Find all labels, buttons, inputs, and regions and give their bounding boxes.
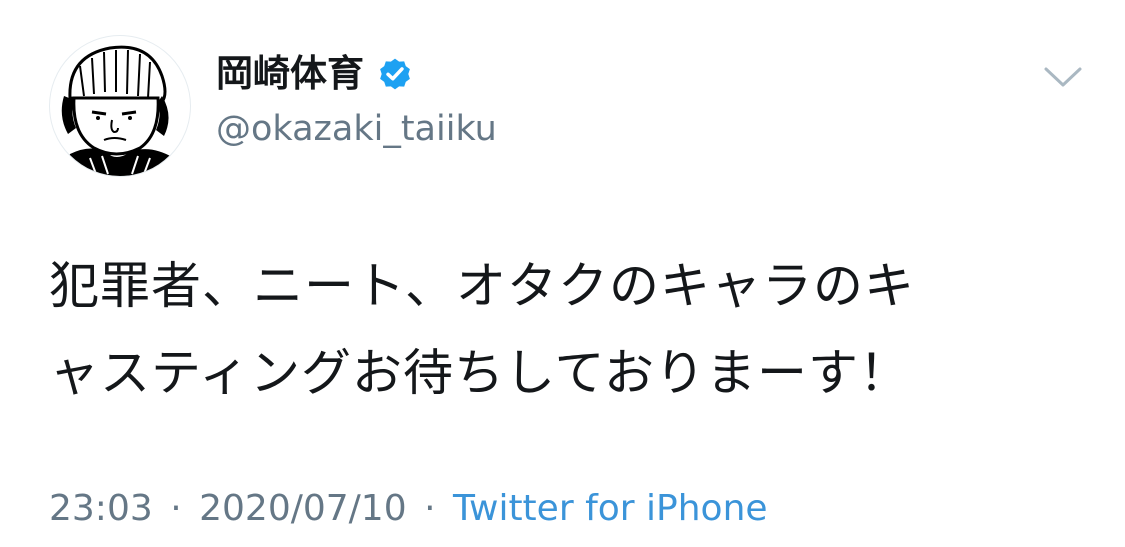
verified-badge-icon	[376, 55, 414, 93]
tweet-source-link[interactable]: Twitter for iPhone	[453, 488, 768, 529]
avatar[interactable]	[49, 35, 191, 177]
tweet-text: 犯罪者、ニート、オタクのキャラのキ ャスティングお待ちしておりまーす！	[49, 243, 1089, 417]
tweet-date[interactable]: 2020/07/10	[199, 488, 407, 529]
tweet-text-line: ャスティングお待ちしておりまーす！	[49, 344, 910, 402]
tweet-meta: 23:03 · 2020/07/10 · Twitter for iPhone	[49, 485, 768, 533]
chevron-down-icon[interactable]	[1041, 62, 1085, 92]
author-display-name[interactable]: 岡崎体育	[216, 50, 364, 98]
tweet-time[interactable]: 23:03	[49, 488, 153, 529]
author-display-name-row[interactable]: 岡崎体育	[216, 50, 414, 98]
avatar-illustration	[60, 45, 180, 176]
author-handle[interactable]: @okazaki_taiiku	[216, 105, 497, 153]
meta-separator: ·	[424, 488, 436, 529]
tweet-text-line: 犯罪者、ニート、オタクのキャラのキ	[49, 257, 915, 315]
meta-separator: ·	[170, 488, 182, 529]
